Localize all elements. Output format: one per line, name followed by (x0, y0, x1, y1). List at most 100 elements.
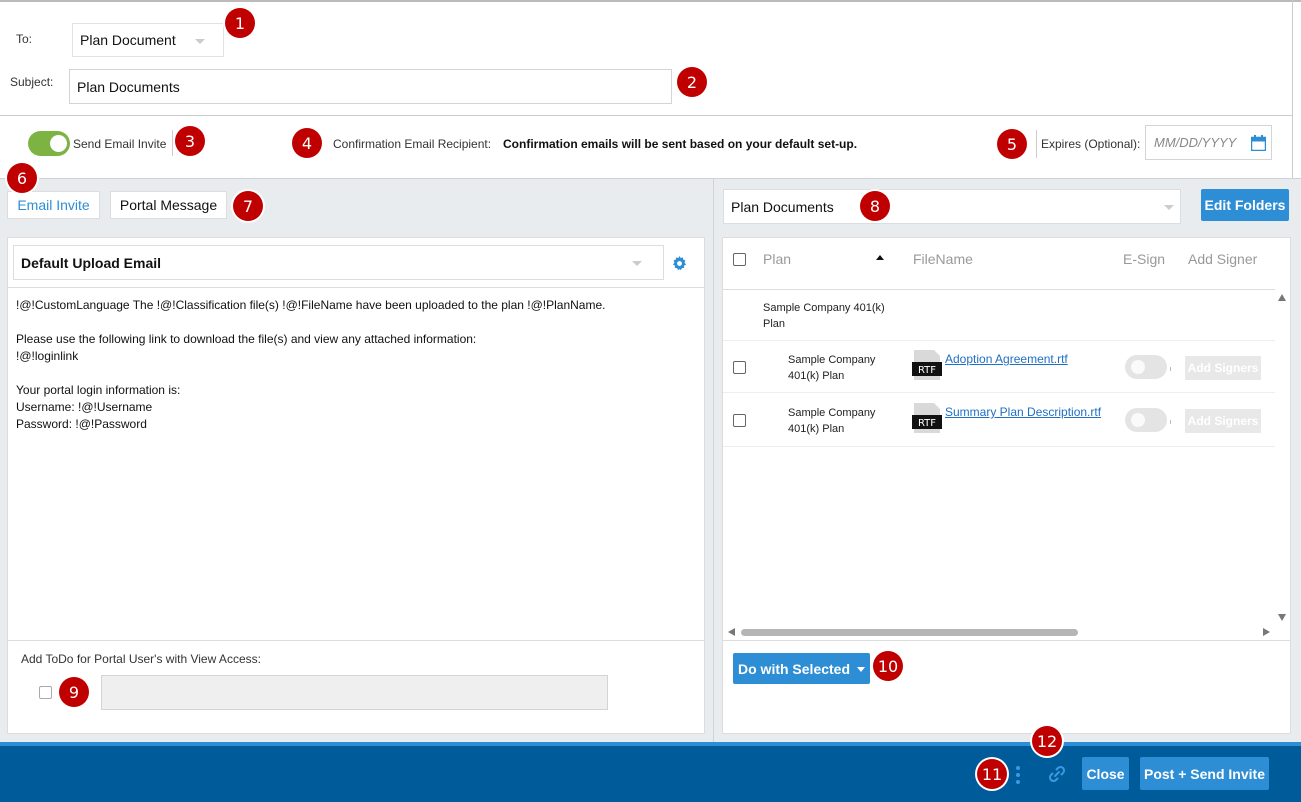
edit-folders-label: Edit Folders (1204, 197, 1286, 213)
tab-email-invite-label: Email Invite (17, 197, 90, 213)
panel-split (713, 178, 714, 742)
add-signers-button[interactable]: Add Signers (1185, 409, 1261, 433)
email-body-line: Username: !@!Username (16, 400, 153, 414)
separator (172, 130, 173, 156)
callout-badge: 5 (997, 129, 1027, 159)
expires-date-input[interactable]: MM/DD/YYYY (1145, 125, 1272, 160)
todo-input[interactable] (101, 675, 608, 710)
email-body[interactable]: !@!CustomLanguage The !@!Classification … (16, 297, 696, 433)
rtf-file-icon: RTF (912, 403, 942, 433)
separator (1036, 130, 1037, 158)
edit-folders-button[interactable]: Edit Folders (1201, 189, 1289, 221)
toggle-knob (50, 135, 67, 152)
group-row-plan: Sample Company 401(k) Plan (763, 302, 885, 330)
chevron-down-icon (632, 261, 642, 266)
row-plan: Sample Company 401(k) Plan (788, 354, 876, 382)
post-send-invite-button[interactable]: Post + Send Invite (1140, 757, 1269, 790)
to-select-value: Plan Document (80, 32, 176, 48)
email-body-line (16, 314, 696, 331)
divider (8, 640, 704, 641)
do-with-selected-button[interactable]: Do with Selected (733, 653, 870, 684)
do-with-selected-label: Do with Selected (738, 660, 851, 677)
more-options-icon[interactable] (1014, 766, 1022, 786)
sort-asc-icon (876, 255, 884, 260)
divider (723, 289, 1275, 290)
top-border (0, 0, 1301, 2)
rtf-file-icon: RTF (912, 350, 942, 380)
subject-label: Subject: (10, 75, 54, 89)
scroll-up-icon[interactable] (1278, 294, 1286, 301)
divider (723, 392, 1275, 393)
expires-label: Expires (Optional): (1041, 137, 1141, 151)
confirmation-label: Confirmation Email Recipient: (333, 137, 492, 151)
email-template-select[interactable]: Default Upload Email (13, 245, 664, 280)
folder-select[interactable]: Plan Documents (723, 189, 1181, 224)
to-label: To: (16, 32, 33, 46)
todo-label: Add ToDo for Portal User's with View Acc… (21, 652, 261, 666)
documents-table (722, 237, 1291, 641)
callout-badge: 2 (677, 67, 707, 97)
scroll-thumb[interactable] (741, 629, 1078, 636)
callout-badge: 10 (873, 651, 903, 681)
column-header-filename[interactable]: FileName (913, 251, 973, 267)
select-all-checkbox[interactable] (733, 253, 746, 266)
divider (723, 446, 1275, 447)
callout-badge: 8 (860, 191, 890, 221)
column-header-add-signer[interactable]: Add Signer (1188, 251, 1257, 267)
folder-select-value: Plan Documents (731, 198, 834, 215)
scroll-left-icon[interactable] (728, 628, 735, 636)
vertical-scrollbar[interactable] (1275, 290, 1289, 625)
email-body-line (16, 365, 696, 382)
row-checkbox[interactable] (733, 414, 746, 427)
scroll-right-icon[interactable] (1263, 628, 1270, 636)
subject-input[interactable]: Plan Documents (69, 69, 672, 104)
link-icon[interactable] (1047, 764, 1067, 784)
callout-badge: 9 (59, 677, 89, 707)
callout-badge: 7 (233, 191, 263, 221)
chevron-down-icon (857, 667, 865, 672)
right-edge (1292, 0, 1293, 178)
add-signers-label: Add Signers (1187, 361, 1259, 375)
gear-icon[interactable] (672, 256, 687, 271)
esign-toggle[interactable] (1125, 408, 1167, 432)
column-header-esign[interactable]: E-Sign (1123, 251, 1165, 267)
email-body-line: Password: !@!Password (16, 417, 147, 431)
close-label: Close (1086, 765, 1125, 782)
chevron-down-icon (195, 39, 205, 44)
esign-toggle[interactable] (1125, 355, 1167, 379)
tab-email-invite[interactable]: Email Invite (7, 191, 100, 219)
callout-badge: 6 (7, 163, 37, 193)
send-email-toggle[interactable] (28, 131, 70, 156)
divider (0, 115, 1292, 116)
callout-badge: 12 (1032, 726, 1062, 756)
divider (8, 287, 704, 288)
callout-badge: 1 (225, 8, 255, 38)
callout-badge: 3 (175, 126, 205, 156)
tab-portal-message[interactable]: Portal Message (110, 191, 227, 219)
callout-badge: 11 (977, 759, 1007, 789)
rtf-file-type: RTF (918, 418, 936, 429)
email-body-line: Please use the following link to downloa… (16, 332, 477, 346)
todo-checkbox[interactable] (39, 686, 52, 699)
file-link[interactable]: Adoption Agreement.rtf (945, 352, 1068, 366)
separator (1170, 367, 1171, 371)
add-signers-button[interactable]: Add Signers (1185, 356, 1261, 380)
calendar-icon[interactable] (1251, 135, 1266, 151)
close-button[interactable]: Close (1082, 757, 1129, 790)
file-link[interactable]: Summary Plan Description.rtf (945, 405, 1101, 419)
rtf-file-type: RTF (918, 365, 936, 376)
divider (723, 340, 1275, 341)
to-select[interactable]: Plan Document (72, 23, 224, 57)
chevron-down-icon (1164, 205, 1174, 210)
email-template-value: Default Upload Email (21, 254, 162, 271)
separator (1170, 420, 1171, 424)
confirmation-value: Confirmation emails will be sent based o… (503, 137, 858, 151)
expires-placeholder: MM/DD/YYYY (1154, 135, 1237, 150)
row-plan: Sample Company 401(k) Plan (788, 407, 876, 435)
callout-badge: 4 (292, 128, 322, 158)
row-checkbox[interactable] (733, 361, 746, 374)
tab-portal-message-label: Portal Message (119, 197, 218, 213)
scroll-down-icon[interactable] (1278, 614, 1286, 621)
horizontal-scrollbar[interactable] (723, 625, 1275, 639)
column-header-plan[interactable]: Plan (763, 251, 791, 267)
